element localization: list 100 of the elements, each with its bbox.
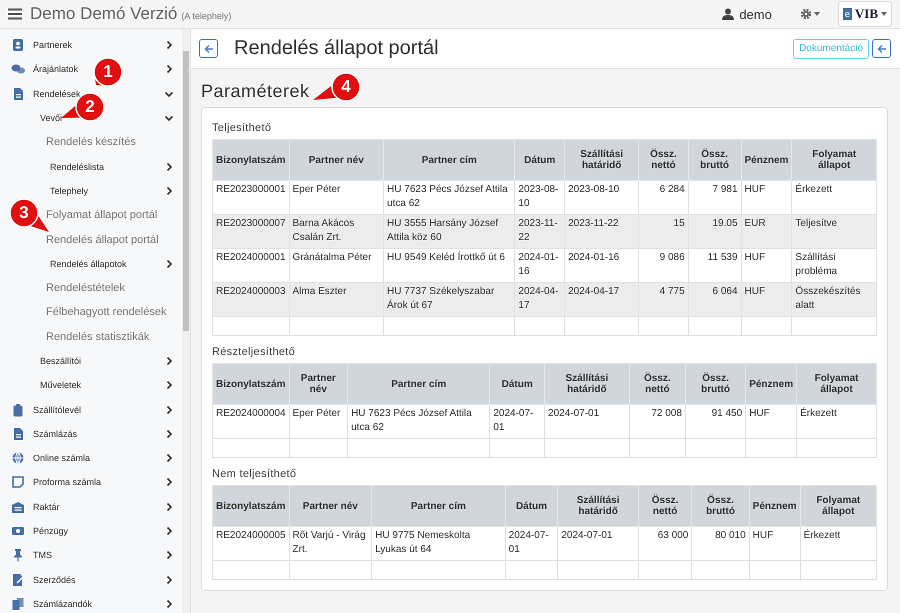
settings-icon[interactable] bbox=[800, 8, 812, 20]
caret-icon[interactable] bbox=[814, 12, 820, 16]
table-cell: 2023-11-22 bbox=[564, 214, 639, 248]
column-header: Szállítási határidő bbox=[558, 486, 638, 526]
page-title: Rendelés állapot portál bbox=[234, 37, 440, 60]
logo-menu[interactable]: e VIB bbox=[838, 1, 892, 27]
column-header: Partner cím bbox=[384, 140, 515, 180]
table-cell: 15 bbox=[638, 214, 688, 248]
table-cell: Alma Eszter bbox=[289, 282, 384, 316]
sidebar-item[interactable]: Műveletek bbox=[40, 380, 82, 390]
chat-icon bbox=[11, 62, 25, 76]
table-cell: 4 775 bbox=[638, 282, 688, 316]
callout-marker: 1 bbox=[94, 58, 122, 86]
sidebar-item[interactable]: Számlázandók bbox=[33, 598, 92, 609]
sidebar-item[interactable]: Félbehagyott rendelések bbox=[46, 306, 166, 318]
pin-icon bbox=[11, 548, 25, 562]
column-header: Szállítási határidő bbox=[564, 140, 639, 180]
column-header: Bizonylatszám bbox=[212, 486, 290, 526]
clipboard-icon bbox=[11, 402, 25, 417]
sidebar-item[interactable]: Árajánlatok bbox=[33, 64, 78, 74]
column-header: Bizonylatszám bbox=[212, 364, 290, 404]
table-cell: Összekészítés alatt bbox=[792, 282, 876, 316]
table-cell: Eper Péter bbox=[289, 404, 348, 438]
sidebar-item[interactable]: Rendeléstételek bbox=[46, 282, 125, 294]
column-header: Össz. bruttó bbox=[688, 140, 742, 180]
column-header: Partner név bbox=[289, 486, 372, 526]
back-button[interactable] bbox=[199, 39, 218, 58]
user-menu[interactable]: demo bbox=[722, 6, 772, 22]
table-cell: Barna Akácos Csalán Zrt. bbox=[289, 214, 384, 248]
column-header: Pénznem bbox=[749, 486, 800, 526]
sidebar-item[interactable]: Pénzügy bbox=[33, 526, 68, 536]
column-header: Szállítási határidő bbox=[544, 364, 630, 404]
column-header: Össz. nettó bbox=[638, 140, 688, 180]
table-cell: HU 9775 Nemeskolta Lyukas út 64 bbox=[372, 526, 506, 560]
sidebar-item[interactable]: Proforma számla bbox=[33, 477, 102, 488]
column-header: Dátum bbox=[514, 140, 565, 180]
table-cell: 2024-07-01 bbox=[558, 526, 638, 560]
sidebar-item[interactable]: Rendelés statisztikák bbox=[46, 330, 150, 343]
table-cell: HU 7623 Pécs József Attila utca 62 bbox=[348, 404, 490, 438]
table-cell: HU 3555 Harsány József Attila köz 60 bbox=[384, 214, 515, 248]
table-cell: 2024-07-01 bbox=[544, 404, 630, 438]
table-cell: EUR bbox=[741, 214, 792, 248]
table-title: Nem teljesíthető bbox=[212, 468, 298, 480]
arrow-left-icon bbox=[204, 44, 214, 54]
menu-icon[interactable] bbox=[8, 8, 22, 20]
table-cell: RE2024000003 bbox=[212, 282, 290, 316]
column-header: Folyamat állapot bbox=[792, 140, 876, 180]
sidebar-item[interactable]: Rendelés állapot portál bbox=[46, 234, 159, 246]
sidebar-item[interactable]: Rendelés állapotok bbox=[50, 258, 127, 269]
table-cell: HU 7737 Székelyszabar Árok út 67 bbox=[384, 282, 515, 316]
column-header: Össz. bruttó bbox=[685, 364, 746, 404]
sidebar-item[interactable]: Szerződés bbox=[33, 574, 76, 585]
app-title: Demo Demó Verzió bbox=[30, 4, 178, 24]
sidebar-item[interactable]: Rendeléslista bbox=[50, 162, 104, 172]
table-cell: HUF bbox=[746, 404, 797, 438]
sidebar-item[interactable]: Partnerek bbox=[33, 40, 72, 50]
sidebar-item[interactable]: Rendelések bbox=[33, 88, 81, 99]
sidebar-item[interactable]: Telephely bbox=[50, 186, 88, 196]
back-button[interactable] bbox=[872, 39, 891, 58]
table-cell: RE2024000005 bbox=[212, 526, 290, 560]
column-header: Össz. nettó bbox=[629, 364, 686, 404]
table-cell: HUF bbox=[741, 282, 792, 316]
column-header: Folyamat állapot bbox=[800, 486, 876, 526]
note-icon bbox=[11, 475, 25, 490]
table-title: Részteljesíthető bbox=[212, 346, 296, 358]
table-cell: 6 064 bbox=[688, 282, 742, 316]
table-cell: HUF bbox=[749, 526, 800, 560]
document-icon bbox=[11, 86, 25, 101]
sidebar-item[interactable]: Szállítólevél bbox=[33, 404, 82, 415]
location-label: (A telephely) bbox=[181, 11, 232, 21]
column-header: Dátum bbox=[490, 364, 545, 404]
sidebar-item[interactable]: Rendelés készítés bbox=[46, 136, 136, 148]
arrow-left-icon bbox=[876, 44, 886, 54]
table-cell: Rőt Varjú - Virág Zrt. bbox=[289, 526, 372, 560]
table-cell: Érkezett bbox=[796, 404, 876, 438]
column-header: Dátum bbox=[505, 486, 558, 526]
table-cell: 2024-07-01 bbox=[490, 404, 545, 438]
table-cell: 63 000 bbox=[638, 526, 692, 560]
caret-icon bbox=[881, 12, 887, 16]
table-cell: 2024-04-17 bbox=[514, 282, 565, 316]
column-header: Folyamat állapot bbox=[796, 364, 876, 404]
column-header: Pénznem bbox=[746, 364, 797, 404]
sidebar-item[interactable]: Számlázás bbox=[33, 428, 78, 439]
sidebar-item[interactable]: Vevői bbox=[40, 113, 62, 124]
section-title: Paraméterek bbox=[201, 81, 310, 102]
sidebar-item[interactable]: TMS bbox=[33, 550, 52, 560]
column-header: Pénznem bbox=[741, 140, 792, 180]
sidebar-item[interactable]: Online számla bbox=[33, 453, 90, 464]
scrollbar-thumb[interactable] bbox=[183, 51, 189, 331]
table-cell: 91 450 bbox=[685, 404, 746, 438]
contract-icon bbox=[11, 572, 25, 587]
table-cell: 72 008 bbox=[629, 404, 686, 438]
column-header: Össz. bruttó bbox=[692, 486, 750, 526]
sidebar-item[interactable]: Raktár bbox=[33, 502, 60, 512]
sidebar-item[interactable]: Beszállítói bbox=[40, 356, 82, 366]
sidebar-item[interactable]: Folyamat állapot portál bbox=[46, 209, 158, 222]
table-cell: 2024-04-17 bbox=[564, 282, 639, 316]
column-header: Partner cím bbox=[372, 486, 506, 526]
table-cell: RE2024000004 bbox=[212, 404, 290, 438]
contact-icon bbox=[11, 38, 25, 52]
